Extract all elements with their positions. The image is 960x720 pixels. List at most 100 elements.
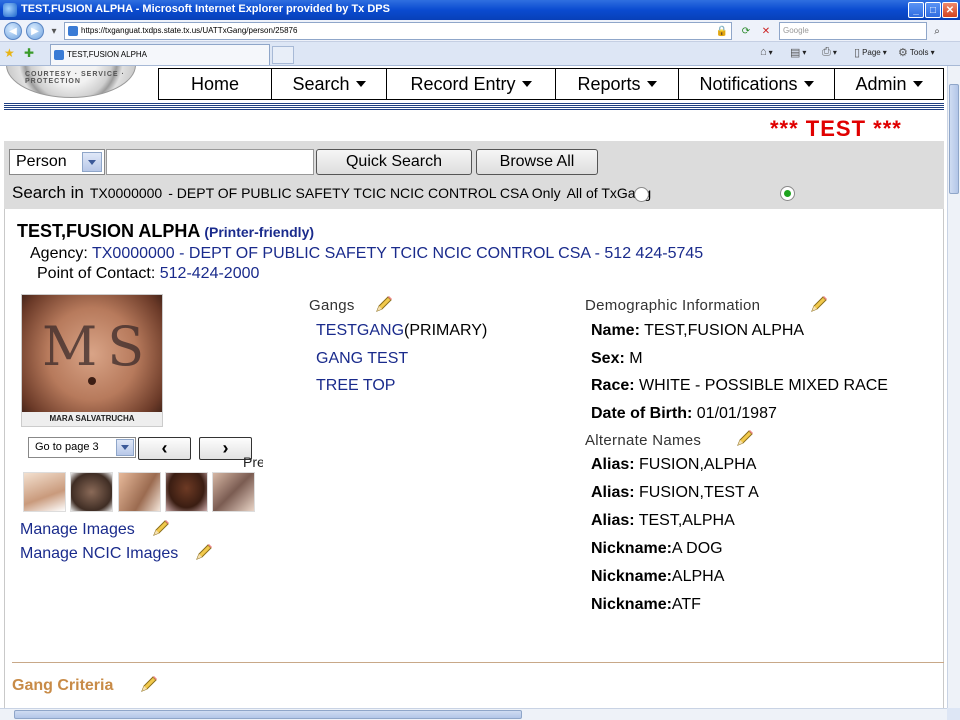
window-title: TEST,FUSION ALPHA - Microsoft Internet E…	[21, 3, 390, 15]
all-txgang-radio[interactable]	[780, 186, 795, 201]
field-value: A DOG	[671, 540, 723, 557]
field-value: TEST,FUSION ALPHA	[644, 322, 805, 339]
add-favorites-icon[interactable]: ✚	[24, 46, 34, 60]
nav-reports[interactable]: Reports	[556, 69, 679, 99]
refresh-icon[interactable]: ⟳	[738, 23, 754, 39]
field-value: 01/01/1987	[696, 405, 777, 422]
maximize-button[interactable]: □	[925, 2, 941, 18]
favorites-star-icon[interactable]: ★	[4, 46, 15, 60]
gang-link[interactable]: GANG TEST	[316, 350, 408, 367]
quick-search-input[interactable]	[106, 149, 314, 175]
browser-search-input[interactable]: Google	[779, 22, 927, 40]
nav-admin-label: Admin	[855, 73, 907, 94]
field-label: Alias:	[591, 512, 635, 529]
pencil-edit-icon[interactable]	[809, 294, 829, 314]
manage-ncic-images-link[interactable]: Manage NCIC Images	[20, 545, 178, 563]
nav-notifications[interactable]: Notifications	[679, 69, 835, 99]
scrollbar-corner	[947, 708, 960, 720]
image-thumbnail[interactable]	[212, 472, 255, 512]
gangs-heading: Gangs	[309, 297, 355, 314]
image-thumbnail[interactable]	[23, 472, 66, 512]
horizontal-scrollbar[interactable]	[0, 708, 947, 720]
vertical-scrollbar[interactable]	[947, 66, 960, 708]
nav-search[interactable]: Search	[272, 69, 387, 99]
address-input[interactable]: https://txganguat.txdps.state.tx.us/UATT…	[64, 22, 732, 40]
photo-detail	[88, 377, 96, 385]
minimize-button[interactable]: _	[908, 2, 924, 18]
agency-only-radio[interactable]	[634, 187, 649, 202]
stop-icon[interactable]: ✕	[758, 23, 774, 39]
horizontal-scroll-thumb[interactable]	[14, 710, 522, 719]
search-agency-desc: - DEPT OF PUBLIC SAFETY TCIC NCIC CONTRO…	[168, 185, 561, 201]
search-go-icon[interactable]: ⌕	[930, 23, 944, 39]
gang-link[interactable]: TREE TOP	[316, 377, 395, 394]
agency-link[interactable]: TX0000000 - DEPT OF PUBLIC SAFETY TCIC N…	[92, 245, 703, 262]
field-value: FUSION,ALPHA	[639, 456, 757, 473]
chevron-down-icon	[355, 81, 366, 87]
header-stripe-divider	[4, 102, 944, 110]
ie-app-icon	[3, 3, 17, 17]
forward-icon[interactable]: ▶	[26, 22, 44, 40]
main-nav: Home Search Record Entry Reports Notific…	[158, 68, 944, 100]
image-thumbnail[interactable]	[118, 472, 161, 512]
nav-home[interactable]: Home	[159, 69, 272, 99]
person-name: TEST,FUSION ALPHA	[17, 221, 201, 241]
search-type-value: Person	[16, 153, 67, 170]
home-icon[interactable]: ⌂ ▾	[760, 46, 773, 58]
search-type-select[interactable]: Person	[9, 149, 105, 175]
print-icon[interactable]: ⎙ ▾	[822, 46, 837, 59]
nickname-row: Nickname:A DOG	[591, 540, 723, 558]
tab-title: TEST,FUSION ALPHA	[67, 50, 148, 59]
lock-icon[interactable]: 🔒	[714, 23, 730, 39]
field-label: Nickname:	[591, 540, 672, 557]
manage-images-link[interactable]: Manage Images	[20, 521, 135, 539]
demographic-row: Race: WHITE - POSSIBLE MIXED RACE	[591, 377, 888, 395]
field-label: Name:	[591, 322, 640, 339]
image-thumbnail[interactable]	[70, 472, 113, 512]
gang-item[interactable]: GANG TEST	[316, 350, 408, 368]
photo-caption: MARA SALVATRUCHA	[22, 412, 162, 426]
field-value: ALPHA	[671, 568, 725, 585]
main-tattoo-photo[interactable]: MS MARA SALVATRUCHA	[21, 294, 163, 427]
back-icon[interactable]: ◀	[4, 22, 22, 40]
test-environment-banner: *** TEST ***	[770, 116, 902, 141]
poc-line: Point of Contact: 512-424-2000	[37, 265, 259, 283]
quick-search-button[interactable]: Quick Search	[316, 149, 472, 175]
image-thumbnail[interactable]	[165, 472, 208, 512]
chevron-down-icon[interactable]	[82, 152, 102, 172]
history-dropdown-icon[interactable]: ▾	[46, 23, 62, 39]
browse-all-button[interactable]: Browse All	[476, 149, 598, 175]
nav-reports-label: Reports	[577, 73, 641, 94]
printer-friendly-link[interactable]: (Printer-friendly)	[204, 224, 314, 240]
field-label: Date of Birth:	[591, 405, 693, 422]
nav-record-entry[interactable]: Record Entry	[387, 69, 556, 99]
search-scope-row: Search in TX0000000 - DEPT OF PUBLIC SAF…	[12, 183, 651, 203]
chevron-down-icon[interactable]	[116, 439, 134, 456]
gang-item[interactable]: TREE TOP	[316, 377, 395, 395]
close-window-button[interactable]: ✕	[942, 2, 958, 18]
tools-menu[interactable]: ⚙ Tools ▾	[898, 46, 935, 59]
pencil-edit-icon[interactable]	[374, 294, 394, 314]
field-value: FUSION,TEST A	[639, 484, 759, 501]
image-page-select[interactable]: Go to page 3	[28, 437, 136, 458]
pencil-edit-icon[interactable]	[151, 518, 171, 538]
field-label: Alias:	[591, 456, 635, 473]
alias-row: Alias: FUSION,TEST A	[591, 484, 759, 502]
nav-admin[interactable]: Admin	[835, 69, 943, 99]
nav-record-entry-label: Record Entry	[410, 73, 516, 94]
field-label: Alias:	[591, 484, 635, 501]
demographic-row: Sex: M	[591, 350, 643, 368]
gang-link[interactable]: TESTGANG	[316, 322, 404, 339]
gang-criteria-heading: Gang Criteria	[12, 677, 114, 694]
pencil-edit-icon[interactable]	[735, 428, 755, 448]
prev-image-button[interactable]: ‹	[138, 437, 191, 460]
pencil-edit-icon[interactable]	[139, 674, 159, 694]
tab-favicon-icon	[54, 50, 64, 60]
feeds-icon[interactable]: ▤ ▾	[790, 46, 806, 59]
vertical-scroll-thumb[interactable]	[949, 84, 959, 194]
page-menu[interactable]: ▯ Page ▾	[854, 46, 887, 59]
new-tab-button[interactable]	[272, 46, 294, 64]
browser-tab[interactable]: TEST,FUSION ALPHA	[50, 44, 270, 65]
gang-item[interactable]: TESTGANG(PRIMARY)	[316, 322, 487, 340]
pencil-edit-icon[interactable]	[194, 542, 214, 562]
